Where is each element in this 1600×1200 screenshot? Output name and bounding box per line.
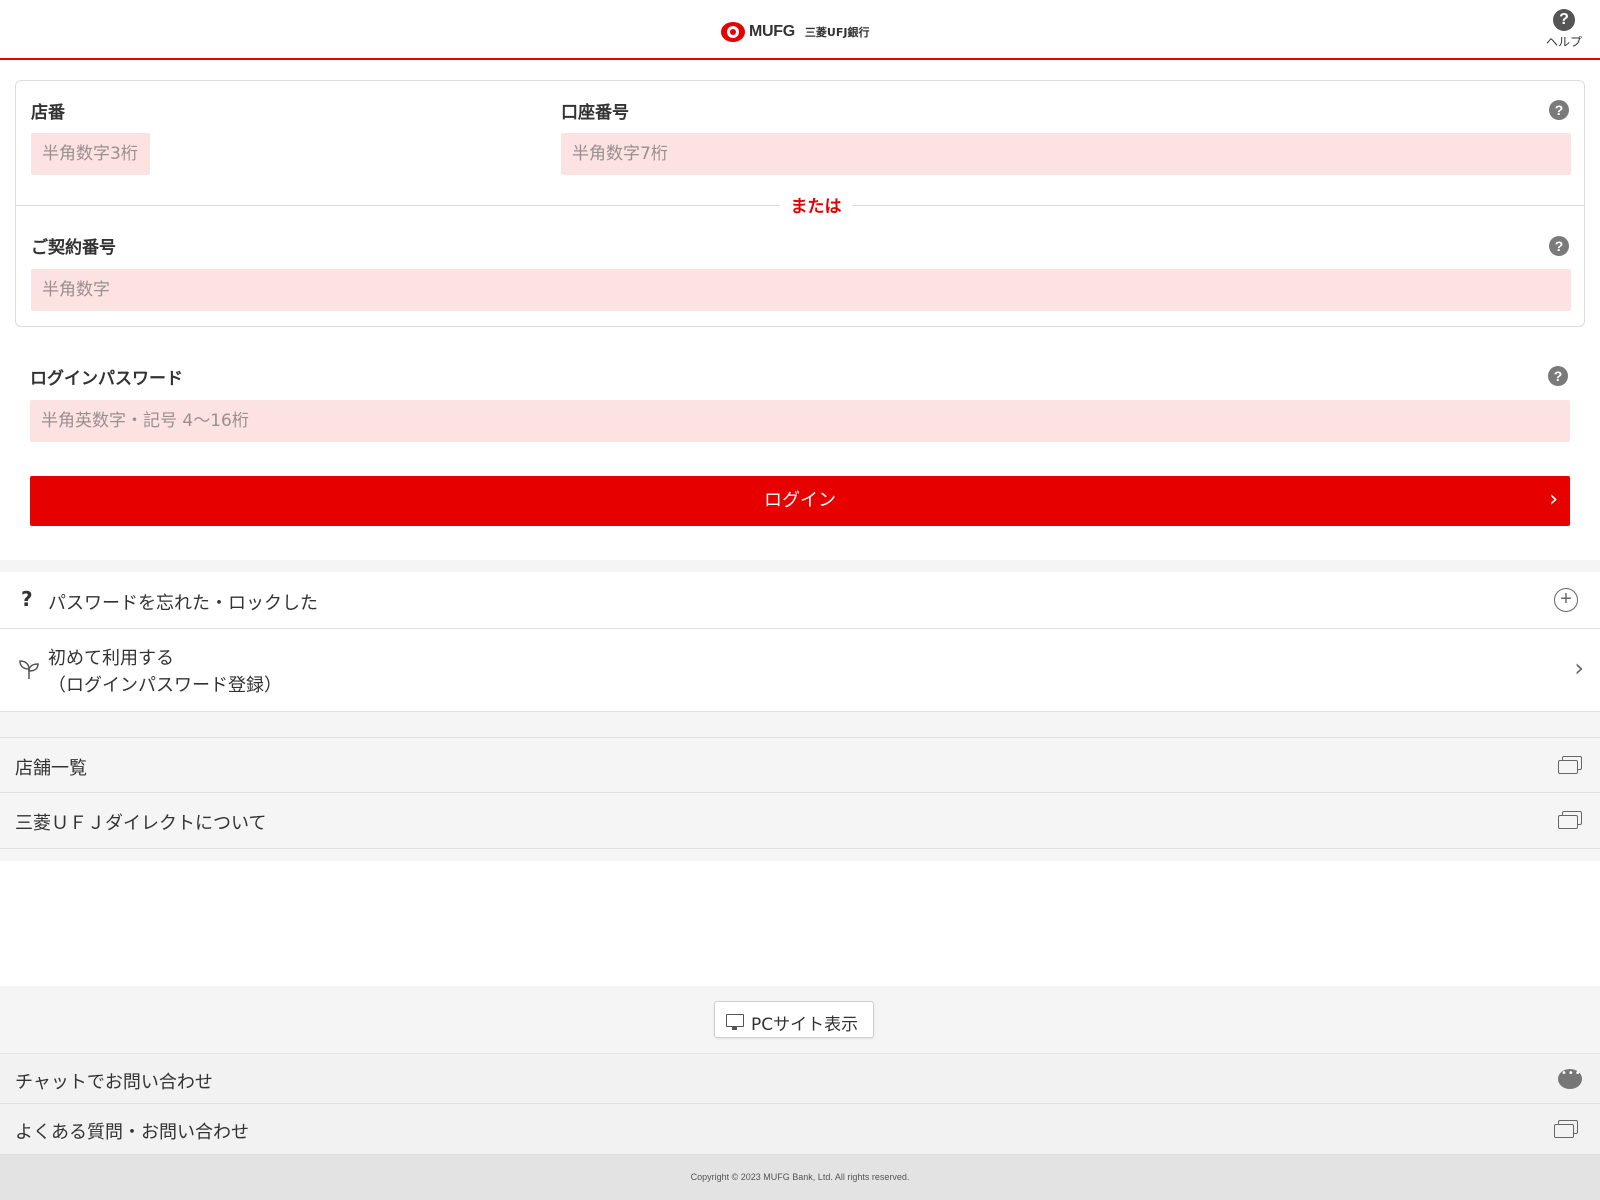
footer-copyright: Copyright © 2023 MUFG Bank, Ltd. All rig…: [0, 1155, 1600, 1200]
first-use-row[interactable]: 初めて利用する （ログインパスワード登録） ›: [0, 629, 1600, 712]
mufg-logo-mark-icon: [721, 22, 745, 42]
monitor-icon: [726, 1014, 744, 1030]
account-number-input[interactable]: [561, 133, 1571, 175]
contract-help-icon[interactable]: ?: [1549, 236, 1569, 256]
chat-inquiry-label: チャットでお問い合わせ: [15, 1072, 213, 1093]
first-use-sublabel: （ログインパスワード登録）: [48, 675, 282, 696]
logo-mufg-text: MUFG: [749, 23, 795, 40]
account-number-label: 口座番号: [561, 103, 629, 123]
first-use-label: 初めて利用する: [48, 648, 174, 669]
branch-list-row[interactable]: 店舗一覧: [0, 737, 1600, 793]
help-icon: ?: [1553, 9, 1575, 31]
help-button[interactable]: ? ヘルプ: [1540, 9, 1588, 50]
question-mark-icon: ?: [21, 587, 33, 611]
account-id-card: 店番 口座番号 ? または ご契約番号 ?: [15, 80, 1585, 327]
sprout-icon: [19, 660, 39, 679]
logo-bank-text: 三菱UFJ銀行: [804, 26, 870, 39]
login-button[interactable]: ログイン ›: [30, 476, 1570, 526]
about-direct-row[interactable]: 三菱ＵＦＪダイレクトについて: [0, 793, 1600, 849]
forgot-password-row[interactable]: ? パスワードを忘れた・ロックした +: [0, 572, 1600, 629]
mufg-logo[interactable]: MUFG 三菱UFJ銀行: [721, 21, 869, 43]
chevron-right-icon: ›: [1574, 654, 1584, 682]
account-help-icon[interactable]: ?: [1549, 100, 1569, 120]
contract-number-input[interactable]: [31, 269, 1571, 311]
external-window-icon: [1558, 811, 1582, 829]
plus-circle-icon: +: [1554, 588, 1578, 612]
help-label: ヘルプ: [1545, 35, 1582, 49]
about-direct-label: 三菱ＵＦＪダイレクトについて: [15, 813, 267, 834]
branch-list-label: 店舗一覧: [15, 758, 87, 779]
external-window-icon: [1558, 756, 1582, 774]
branch-label: 店番: [31, 103, 65, 123]
contract-number-label: ご契約番号: [31, 238, 116, 258]
external-window-icon: [1554, 1120, 1578, 1138]
branch-number-input[interactable]: [31, 133, 150, 175]
password-label: ログインパスワード: [30, 369, 183, 389]
pc-site-button[interactable]: PCサイト表示: [714, 1001, 874, 1038]
or-separator: または: [780, 192, 852, 217]
section-separator: [0, 849, 1600, 861]
section-separator: [0, 560, 1600, 572]
pc-site-label: PCサイト表示: [751, 1015, 859, 1035]
password-input[interactable]: [30, 400, 1570, 442]
chat-bubble-icon: [1558, 1068, 1582, 1089]
faq-label: よくある質問・お問い合わせ: [15, 1122, 249, 1143]
forgot-password-label: パスワードを忘れた・ロックした: [48, 593, 318, 614]
site-header: MUFG 三菱UFJ銀行 ? ヘルプ: [0, 0, 1600, 60]
chevron-right-icon: ›: [1549, 487, 1558, 512]
faq-row[interactable]: よくある質問・お問い合わせ: [0, 1104, 1600, 1155]
chat-inquiry-row[interactable]: チャットでお問い合わせ: [0, 1053, 1600, 1104]
password-help-icon[interactable]: ?: [1548, 366, 1568, 386]
section-separator: [0, 712, 1600, 737]
login-button-label: ログイン: [764, 490, 836, 511]
